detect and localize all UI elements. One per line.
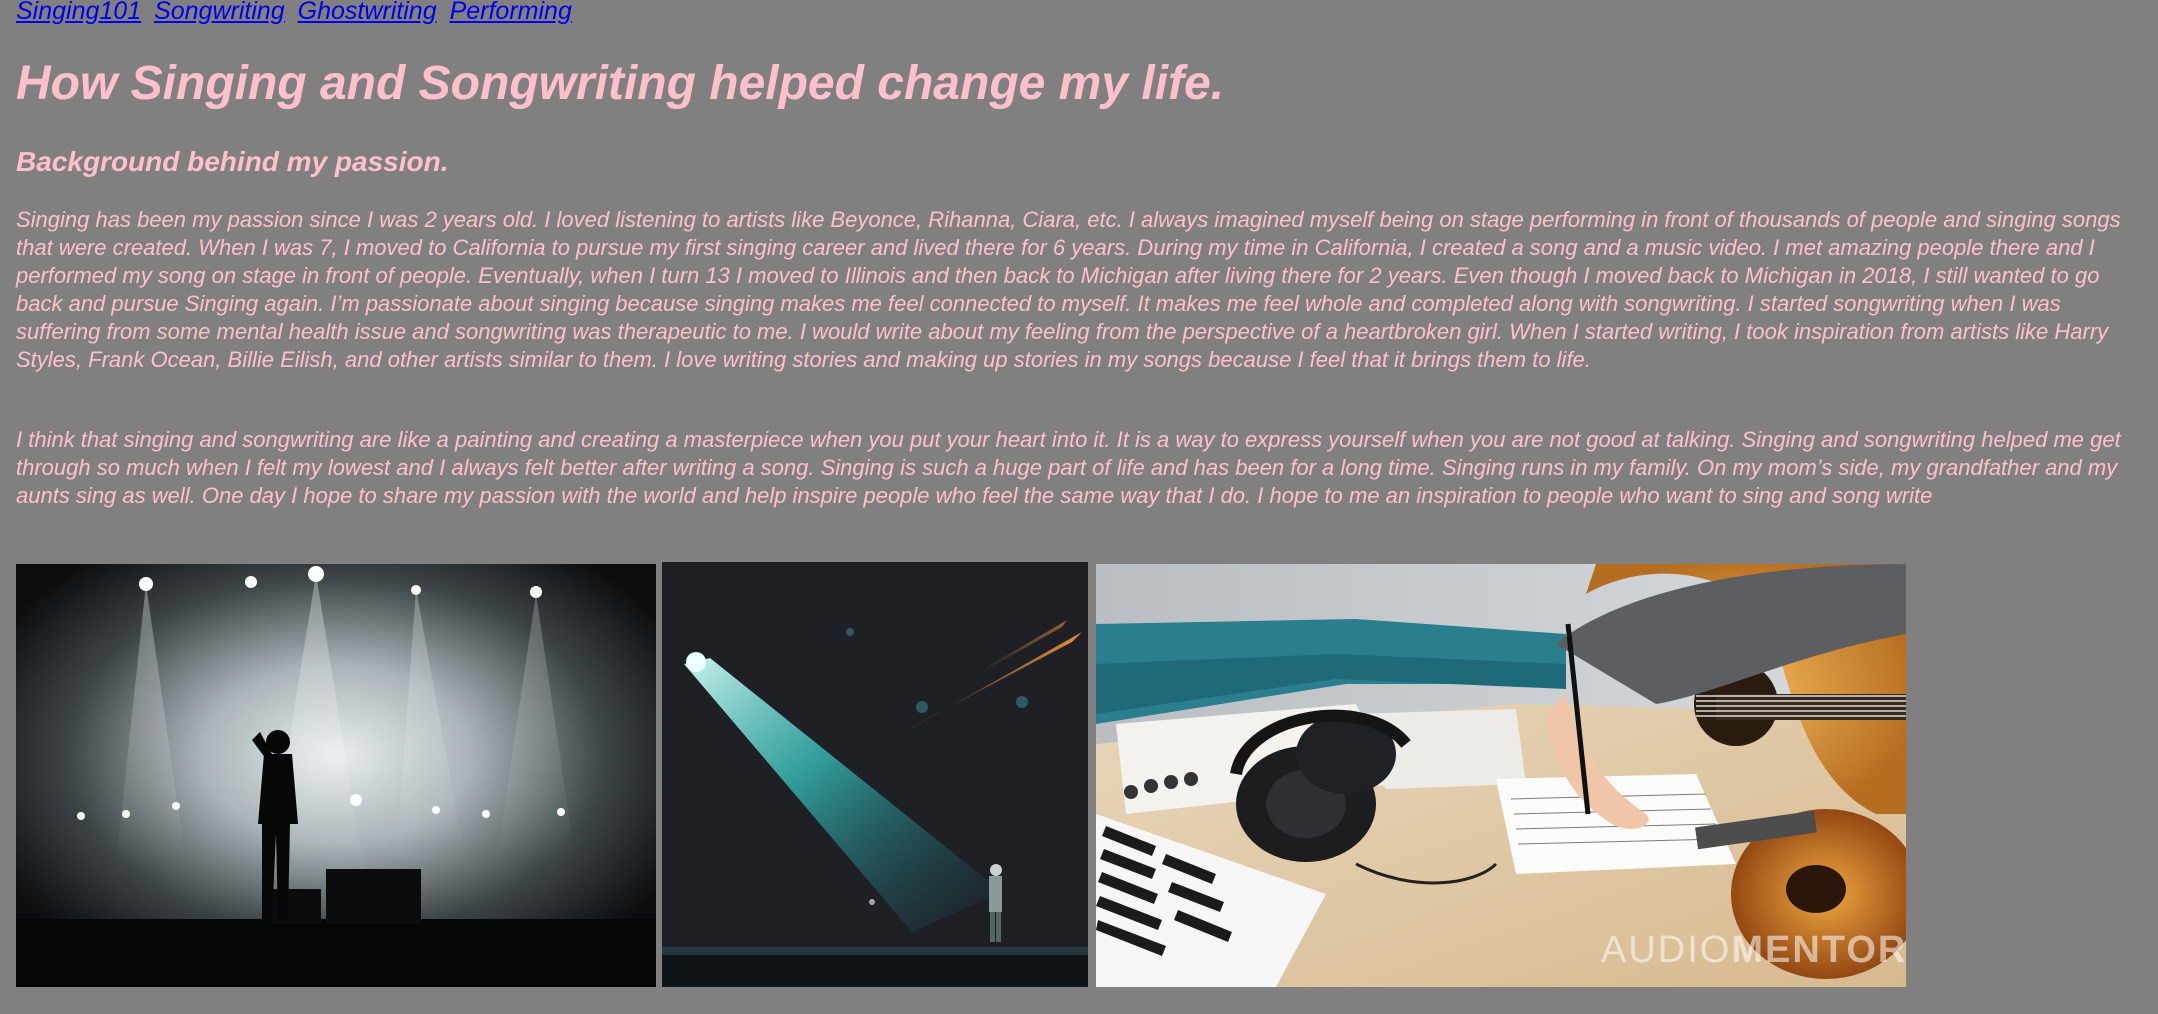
top-nav: Singing101 Songwriting Ghostwriting Perf… [16, 0, 578, 26]
page: Singing101 Songwriting Ghostwriting Perf… [0, 0, 2158, 1014]
nav-link-performing[interactable]: Performing [450, 0, 572, 25]
paragraph-background: Singing has been my passion since I was … [16, 207, 2121, 372]
watermark-bold: MENTOR [1731, 929, 1906, 971]
songwriting-desk-image: AUDIOMENTOR [1096, 564, 1906, 987]
concert-silhouette-image [16, 564, 656, 987]
spotlight-performer-image [662, 562, 1088, 987]
watermark-light: AUDIO [1601, 929, 1731, 971]
section-subtitle: Background behind my passion. [16, 146, 449, 177]
nav-link-ghostwriting[interactable]: Ghostwriting [298, 0, 437, 25]
nav-link-songwriting[interactable]: Songwriting [154, 0, 285, 25]
paragraph-passion: I think that singing and songwriting are… [16, 427, 2121, 508]
svg-text:AUDIOMENTOR: AUDIOMENTOR [1601, 929, 1906, 971]
nav-link-singing101[interactable]: Singing101 [16, 0, 141, 25]
page-title: How Singing and Songwriting helped chang… [16, 57, 1225, 110]
